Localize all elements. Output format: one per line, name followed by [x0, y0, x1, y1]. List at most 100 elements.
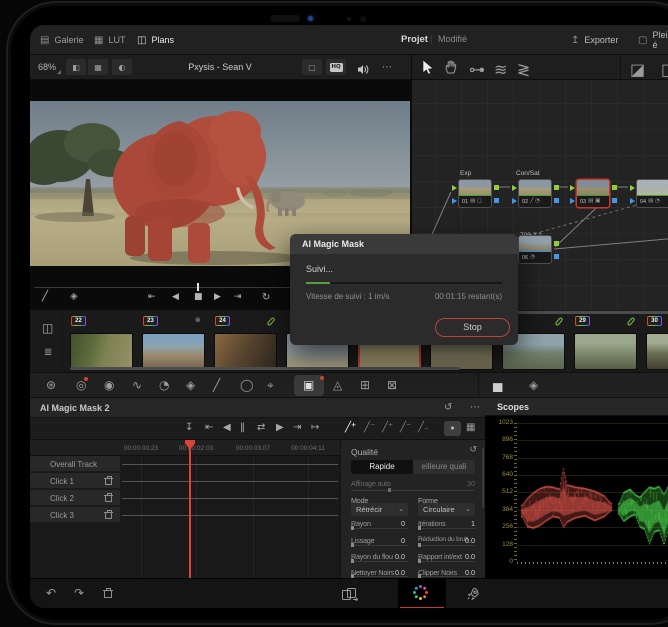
tab-galerie[interactable]: ▤ Galerie	[40, 25, 83, 55]
hand-tool-icon[interactable]	[445, 60, 458, 79]
scopes-header[interactable]: Scopes	[485, 398, 668, 416]
delete-track-icon[interactable]	[104, 510, 113, 519]
blur-sharpen-icon[interactable]: ◬	[333, 379, 342, 391]
qualifier-icon[interactable]: ◔	[159, 379, 169, 391]
hdr-wheels-icon[interactable]: ◉	[104, 379, 114, 391]
track-row-click1[interactable]: Click 1	[30, 473, 120, 489]
clip-thumbnail-24[interactable]	[214, 333, 277, 370]
matte-view-icon[interactable]: ▦	[466, 423, 475, 433]
play-reverse-icon[interactable]: ◀	[172, 293, 179, 302]
slider-knob[interactable]	[418, 526, 421, 530]
slider-knob[interactable]	[351, 559, 354, 563]
slider-knob[interactable]	[351, 543, 354, 547]
fullscreen-button[interactable]: ▢ Plein é	[638, 25, 668, 55]
last-frame-icon[interactable]: ⇥	[234, 293, 242, 302]
blur-icon[interactable]: ◈	[186, 379, 195, 391]
curves-icon[interactable]: ∿	[132, 379, 142, 391]
viewer-playhead[interactable]	[197, 283, 199, 291]
key-icon[interactable]: ⊞	[360, 379, 370, 391]
node-layers-icon[interactable]: ≋	[494, 62, 507, 78]
wipe-modes-icon[interactable]: ◈	[70, 292, 78, 302]
node-mixer-icon[interactable]: ≷	[517, 62, 530, 78]
tracker-icon[interactable]: ⌖	[267, 379, 274, 391]
grades-icon[interactable]: ◈	[529, 379, 538, 391]
clip-scrollbar-top[interactable]	[518, 311, 668, 314]
node-02[interactable]: 02 ╱ ◔	[512, 179, 559, 208]
track-row-click2[interactable]: Click 2	[30, 490, 120, 506]
speaker-icon[interactable]	[357, 62, 370, 80]
param-slider[interactable]	[418, 559, 475, 563]
delete-track-icon[interactable]	[104, 493, 113, 502]
slider-knob[interactable]	[418, 543, 421, 547]
deliver-rocket-icon[interactable]	[466, 587, 480, 606]
add-detail-tool[interactable]: ╱⁺	[382, 423, 393, 433]
pin-icon[interactable]: ╱	[213, 379, 220, 391]
param-slider[interactable]	[418, 543, 475, 547]
settings-scrollbar[interactable]	[482, 448, 484, 508]
stop-button[interactable]: Stop	[435, 318, 510, 337]
zoom-level-button[interactable]: 68%	[34, 60, 62, 74]
remove-stroke-tool[interactable]: ╱⁻	[364, 423, 375, 433]
track-forward-icon[interactable]: ▶	[276, 423, 284, 433]
slider-knob[interactable]	[351, 526, 354, 530]
delete-track-icon[interactable]	[104, 476, 113, 485]
timeline-playhead[interactable]	[189, 440, 191, 578]
track-to-end-icon[interactable]: ⇥	[293, 423, 301, 433]
clip-title[interactable]: Pxysis - Sean V	[160, 62, 280, 72]
remove-detail-tool[interactable]: ╱⁻	[400, 423, 411, 433]
quality-fast-option[interactable]: Rapide	[351, 460, 413, 474]
timeline-view-icon[interactable]: ≣	[44, 348, 52, 358]
magic-mask-icon[interactable]: ▣	[303, 379, 314, 391]
power-window-icon[interactable]: ◯	[240, 379, 253, 391]
slider-knob[interactable]	[418, 559, 421, 563]
export-button[interactable]: ↥ Exporter	[571, 25, 618, 55]
undo-icon[interactable]: ↶	[46, 587, 56, 599]
quality-segmented-control[interactable]: Rapide eilleure quali	[351, 460, 475, 474]
clip-thumbnail-22[interactable]	[70, 333, 133, 370]
node-04[interactable]: 04 ▤ ◔	[630, 179, 668, 208]
add-stroke-tool[interactable]: ╱⁺	[345, 423, 356, 433]
node-01[interactable]: 01 ▤ ◻	[452, 179, 499, 208]
param-slider[interactable]	[351, 559, 408, 563]
node-03-selected[interactable]: 03 ▤ ▣	[570, 179, 617, 208]
auto-refine-slider[interactable]	[351, 488, 475, 492]
panel-more-icon[interactable]: ⋯	[470, 403, 480, 413]
tab-lut[interactable]: ▦ LUT	[94, 25, 125, 55]
clip-thumbnail-30[interactable]	[646, 333, 668, 370]
first-frame-icon[interactable]: ⇤	[148, 293, 156, 302]
trash-icon[interactable]	[103, 588, 113, 598]
param-slider[interactable]	[351, 574, 408, 578]
pause-icon[interactable]: ‖	[240, 423, 245, 433]
param-slider[interactable]	[418, 526, 475, 530]
clip-thumbnail-29[interactable]	[574, 333, 637, 370]
viewer-more-icon[interactable]: ⋯	[382, 63, 392, 73]
track-to-start-icon[interactable]: ⇤	[205, 423, 213, 433]
stills-icon[interactable]: ◪	[630, 62, 645, 78]
view-grid-icon[interactable]: ▦	[88, 59, 108, 75]
overlay-toggle[interactable]: ●	[444, 421, 461, 436]
reset-icon[interactable]: ↺	[444, 403, 452, 413]
param-slider[interactable]	[351, 543, 408, 547]
view-split-icon[interactable]: ◐	[112, 59, 132, 75]
dialog-header[interactable]: AI Magic Mask	[290, 234, 518, 254]
view-single-icon[interactable]: ◧	[66, 59, 86, 75]
node-06[interactable]: 06 ◔	[512, 235, 559, 264]
hq-toggle[interactable]: HQ	[326, 59, 346, 75]
track-bidirectional-icon[interactable]: ⇄	[257, 423, 265, 433]
track-one-frame-icon[interactable]: ↦	[311, 423, 319, 433]
settings-reset-icon[interactable]: ↺	[469, 446, 477, 455]
slider-knob[interactable]	[388, 488, 391, 492]
tab-plans[interactable]: ◫ Plans	[137, 25, 174, 55]
eyedropper-icon[interactable]: ╱	[42, 292, 48, 302]
track-row-overall[interactable]: Overall Track	[30, 456, 120, 472]
stop-icon[interactable]: ■	[194, 293, 203, 302]
play-icon[interactable]: ▶	[214, 293, 221, 302]
shape-dropdown[interactable]: Circulaire ⌄	[418, 503, 475, 516]
redo-icon[interactable]: ↷	[74, 587, 84, 599]
lightbox-icon[interactable]: ◫	[661, 62, 668, 78]
loop-icon[interactable]: ↻	[262, 293, 270, 303]
sizing-icon[interactable]: ⊠	[387, 379, 397, 391]
camera-raw-icon[interactable]: ⊛	[46, 379, 56, 391]
clips-view-icon[interactable]: ◫	[42, 322, 53, 334]
param-slider[interactable]	[418, 574, 475, 578]
